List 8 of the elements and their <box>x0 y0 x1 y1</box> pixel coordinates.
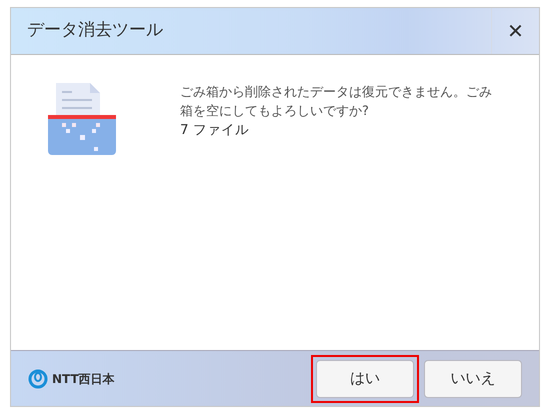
confirm-message: ごみ箱から削除されたデータは復元できません。ごみ箱を空にしてもよろしいですか? <box>180 84 493 121</box>
close-button[interactable]: ✕ <box>491 8 539 54</box>
window-title: データ消去ツール <box>27 19 163 42</box>
dialog-button[interactable]: はい <box>316 360 414 398</box>
logo-icon <box>28 368 48 388</box>
company-logo: NTT西日本 <box>52 370 115 388</box>
file-count: 7 ファイル <box>180 121 250 140</box>
dialog-button[interactable]: いいえ <box>424 360 522 398</box>
